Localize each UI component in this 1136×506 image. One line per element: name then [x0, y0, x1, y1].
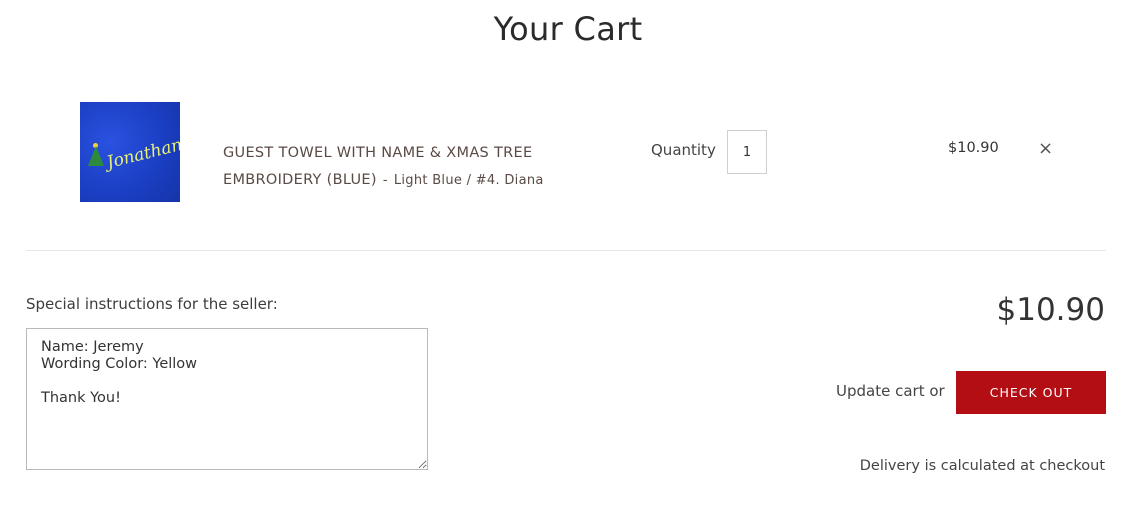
product-variant: Light Blue / #4. Diana — [393, 173, 544, 188]
line-item-price: $10.90 — [948, 140, 999, 156]
variant-separator: - — [382, 173, 388, 188]
product-image-embroidered-name: Jonathan — [104, 134, 180, 174]
page-title: Your Cart — [493, 10, 643, 48]
product-image[interactable]: Jonathan — [80, 102, 180, 202]
update-cart-row: Update cart or — [836, 382, 945, 400]
special-instructions-textarea[interactable]: Name: Jeremy Wording Color: Yellow Thank… — [26, 328, 428, 470]
checkout-button[interactable]: CHECK OUT — [956, 371, 1106, 414]
remove-item-icon[interactable]: × — [1038, 138, 1053, 159]
delivery-note: Delivery is calculated at checkout — [859, 458, 1105, 474]
or-text: or — [929, 382, 945, 400]
cart-subtotal: $10.90 — [996, 292, 1105, 328]
xmas-tree-icon — [88, 146, 104, 166]
cart-page: Your Cart Jonathan GUEST TOWEL WITH NAME… — [0, 0, 1136, 506]
quantity-label: Quantity — [651, 141, 716, 159]
product-title-line1[interactable]: GUEST TOWEL WITH NAME & XMAS TREE — [223, 145, 532, 161]
quantity-input[interactable] — [727, 130, 767, 174]
special-instructions-label: Special instructions for the seller: — [26, 295, 278, 313]
update-cart-button[interactable]: Update cart — [836, 382, 925, 400]
product-title-line2[interactable]: EMBROIDERY (BLUE) — [223, 172, 377, 188]
divider — [26, 250, 1106, 251]
product-title[interactable]: GUEST TOWEL WITH NAME & XMAS TREE EMBROI… — [223, 140, 603, 194]
